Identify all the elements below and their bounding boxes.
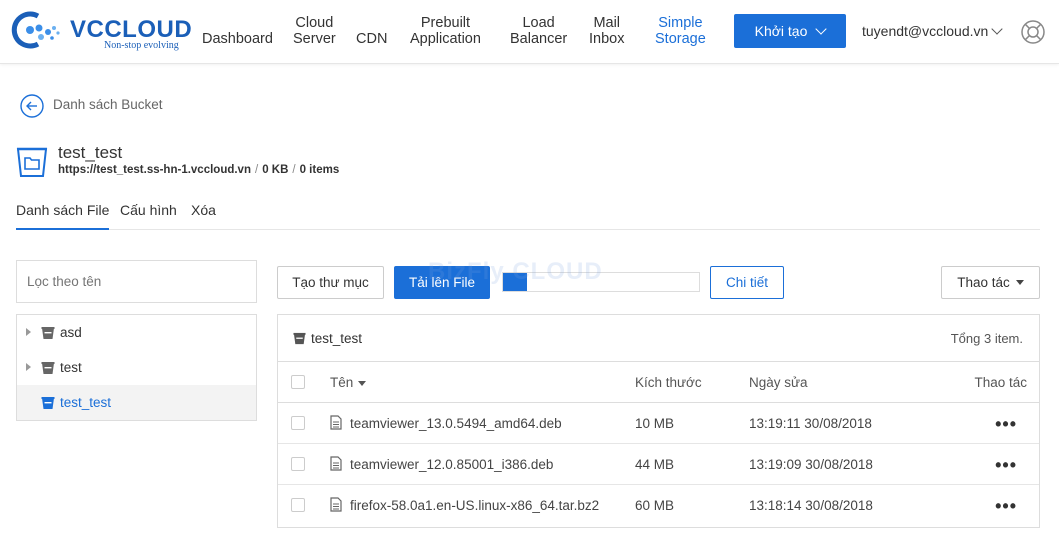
file-name[interactable]: teamviewer_13.0.5494_amd64.deb [350,416,562,431]
row-checkbox[interactable] [291,416,305,430]
table-header: Tên Kích thước Ngày sửa Thao tác [278,362,1039,403]
nav-label: Load [522,15,555,31]
column-name-header[interactable]: Tên [330,375,367,390]
more-actions-icon[interactable]: ••• [995,415,1017,433]
tree-item-test[interactable]: test [17,350,256,385]
nav-label: Storage [655,31,706,47]
tree-item-label: asd [60,325,82,340]
nav-label: Application [410,31,481,47]
nav-prebuilt-application[interactable]: Prebuilt Application [410,15,481,47]
file-modified-date: 13:18:14 30/08/2018 [749,498,873,513]
create-button-label: Khởi tạo [754,23,808,39]
column-label: Tên [330,375,354,390]
brand-tagline: Non-stop evolving [104,40,179,51]
file-name[interactable]: teamviewer_12.0.85001_i386.deb [350,457,553,472]
table-row[interactable]: teamviewer_12.0.85001_i386.deb 44 MB 13:… [278,444,1039,485]
bucket-meta: https://test_test.ss-hn-1.vccloud.vn/0 K… [58,164,339,176]
file-size: 60 MB [635,498,675,513]
actions-dropdown[interactable]: Thao tác [941,266,1040,299]
select-all-checkbox[interactable] [291,375,305,389]
bucket-icon [293,332,306,345]
tab-settings[interactable]: Cấu hình [120,202,177,218]
nav-label: Dashboard [202,31,273,47]
bucket-url[interactable]: https://test_test.ss-hn-1.vccloud.vn [58,164,251,176]
nav-dashboard[interactable]: Dashboard [202,31,273,47]
tab-delete[interactable]: Xóa [191,202,216,218]
upload-progress-bar [502,272,700,292]
nav-label: Inbox [589,31,625,47]
bucket-folder-icon [16,147,48,177]
caret-right-icon[interactable] [26,363,31,371]
lifebuoy-help-icon[interactable] [1020,19,1046,45]
actions-dropdown-label: Thao tác [957,275,1010,290]
row-checkbox[interactable] [291,498,305,512]
file-icon [330,415,342,430]
file-modified-date: 13:19:11 30/08/2018 [749,416,872,431]
file-list-panel: test_test Tổng 3 item. Tên Kích thước Ng… [277,314,1040,528]
chevron-down-icon[interactable] [991,23,1003,35]
file-size: 44 MB [635,457,675,472]
upload-progress-fill [503,273,527,291]
caret-down-icon [1015,280,1024,285]
create-button[interactable]: Khởi tạo [734,14,846,48]
column-date-header: Ngày sửa [749,375,808,390]
panel-header: test_test Tổng 3 item. [278,315,1039,362]
table-row[interactable]: firefox-58.0a1.en-US.linux-x86_64.tar.bz… [278,485,1039,526]
details-button[interactable]: Chi tiết [710,266,784,299]
nav-label: Mail [593,15,621,31]
more-actions-icon[interactable]: ••• [995,497,1017,515]
nav-label: Cloud [295,15,334,31]
file-modified-date: 13:19:09 30/08/2018 [749,457,873,472]
sort-down-icon [358,380,367,386]
new-folder-button[interactable]: Tạo thư mục [277,266,384,299]
tree-item-test-test[interactable]: test_test [17,385,256,420]
row-checkbox[interactable] [291,457,305,471]
bucket-icon [41,397,55,409]
bucket-tree: asd test test_test [16,314,257,421]
nav-cloud-server[interactable]: Cloud Server [293,15,336,47]
brand-logo[interactable]: VCCLOUD Non-stop evolving [8,10,192,51]
tabs-divider [16,229,1040,230]
table-row[interactable]: teamviewer_13.0.5494_amd64.deb 10 MB 13:… [278,403,1039,444]
bucket-item-count: 0 items [299,164,340,176]
nav-load-balancer[interactable]: Load Balancer [510,15,567,47]
tree-item-asd[interactable]: asd [17,315,256,350]
nav-label: Balancer [510,31,568,47]
logo-mark-icon [11,11,60,49]
nav-label: Simple [658,15,703,31]
file-icon [330,497,342,512]
total-items-count: Tổng 3 item. [950,331,1023,346]
upload-file-button[interactable]: Tải lên File [394,266,490,299]
column-size-header: Kích thước [635,375,702,390]
tab-file-list[interactable]: Danh sách File [16,202,110,230]
nav-mail-inbox[interactable]: Mail Inbox [589,15,624,47]
file-name[interactable]: firefox-58.0a1.en-US.linux-x86_64.tar.bz… [350,498,599,513]
nav-cdn[interactable]: CDN [356,31,387,47]
column-actions-header: Thao tác [974,375,1027,390]
bucket-icon [41,327,55,339]
bucket-icon [41,362,55,374]
back-to-bucket-list-link[interactable]: Danh sách Bucket [53,97,163,112]
bucket-size: 0 KB [262,164,289,176]
file-size: 10 MB [635,416,675,431]
tree-item-label: test_test [60,395,112,410]
tree-item-label: test [60,360,82,375]
file-icon [330,456,342,471]
nav-label: Server [293,31,336,47]
bucket-title: test_test [58,143,123,162]
back-arrow-icon[interactable] [20,94,44,118]
nav-label: Prebuilt [420,15,471,31]
user-menu[interactable]: tuyendt@vccloud.vn [862,23,988,39]
separator: / [254,164,259,176]
top-navbar: VCCLOUD Non-stop evolving Dashboard Clou… [0,0,1059,64]
panel-title: test_test [311,331,363,346]
chevron-down-icon [815,23,828,35]
filter-by-name-input[interactable] [16,260,257,303]
nav-label: CDN [356,31,388,47]
more-actions-icon[interactable]: ••• [995,456,1017,474]
separator: / [292,164,296,176]
caret-right-icon[interactable] [26,328,31,336]
nav-simple-storage[interactable]: Simple Storage [655,15,706,47]
